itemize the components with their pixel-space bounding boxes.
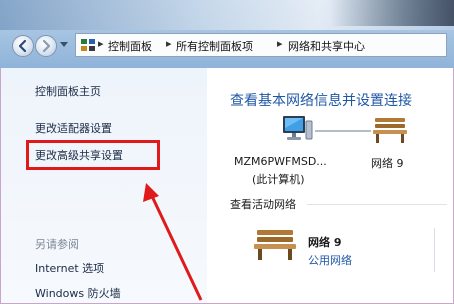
sidebar-item-internet-options[interactable]: Internet 选项 xyxy=(35,260,104,276)
sidebar-item-windows-firewall[interactable]: Windows 防火墙 xyxy=(35,285,121,301)
highlight-box xyxy=(26,140,160,170)
breadcrumb-item-control-panel[interactable]: 控制面板 xyxy=(108,38,152,54)
connection-line xyxy=(315,130,371,132)
title-bar: ▸ 控制面板 ▸ 所有控制面板项 ▸ 网络和共享中心 xyxy=(0,0,454,68)
computer-name: MZM6PWFMSD... xyxy=(234,155,327,168)
computer-icon[interactable] xyxy=(279,113,313,147)
page-title: 查看基本网络信息并设置连接 xyxy=(230,93,412,109)
sidebar-item-home[interactable]: 控制面板主页 xyxy=(35,83,101,99)
active-networks-heading: 查看活动网络 xyxy=(230,198,296,211)
history-dropdown-icon[interactable] xyxy=(60,42,68,48)
forward-button[interactable] xyxy=(35,35,57,57)
network-label: 网络 9 xyxy=(371,157,404,170)
breadcrumb-separator-icon: ▸ xyxy=(277,37,283,50)
title-bar-shade xyxy=(330,0,454,26)
main-content: 查看基本网络信息并设置连接 MZM6PWFMSD... (此计算机) 网络 9 … xyxy=(207,68,453,303)
sidebar-item-adapter-settings[interactable]: 更改适配器设置 xyxy=(35,120,112,136)
sidebar: 控制面板主页 更改适配器设置 更改高级共享设置 另请参阅 Internet 选项… xyxy=(1,68,207,303)
section-divider xyxy=(307,204,447,205)
back-button[interactable] xyxy=(12,35,34,57)
column-divider xyxy=(434,228,435,272)
active-network-name: 网络 9 xyxy=(308,236,342,249)
breadcrumb-item-network-center[interactable]: 网络和共享中心 xyxy=(288,38,365,54)
see-also-heading: 另请参阅 xyxy=(35,238,79,251)
computer-sublabel: (此计算机) xyxy=(252,173,305,186)
address-bar[interactable]: ▸ 控制面板 ▸ 所有控制面板项 ▸ 网络和共享中心 xyxy=(75,33,447,57)
breadcrumb-item-all-items[interactable]: 所有控制面板项 xyxy=(176,38,253,54)
back-arrow-icon xyxy=(18,39,27,53)
breadcrumb-separator-icon: ▸ xyxy=(98,37,104,50)
control-panel-icon xyxy=(81,39,95,51)
breadcrumb-separator-icon: ▸ xyxy=(166,37,172,50)
forward-arrow-icon xyxy=(42,39,51,53)
bench-network-icon[interactable] xyxy=(253,226,297,262)
active-network-type-link[interactable]: 公用网络 xyxy=(308,252,352,268)
bench-network-icon[interactable] xyxy=(372,115,408,145)
